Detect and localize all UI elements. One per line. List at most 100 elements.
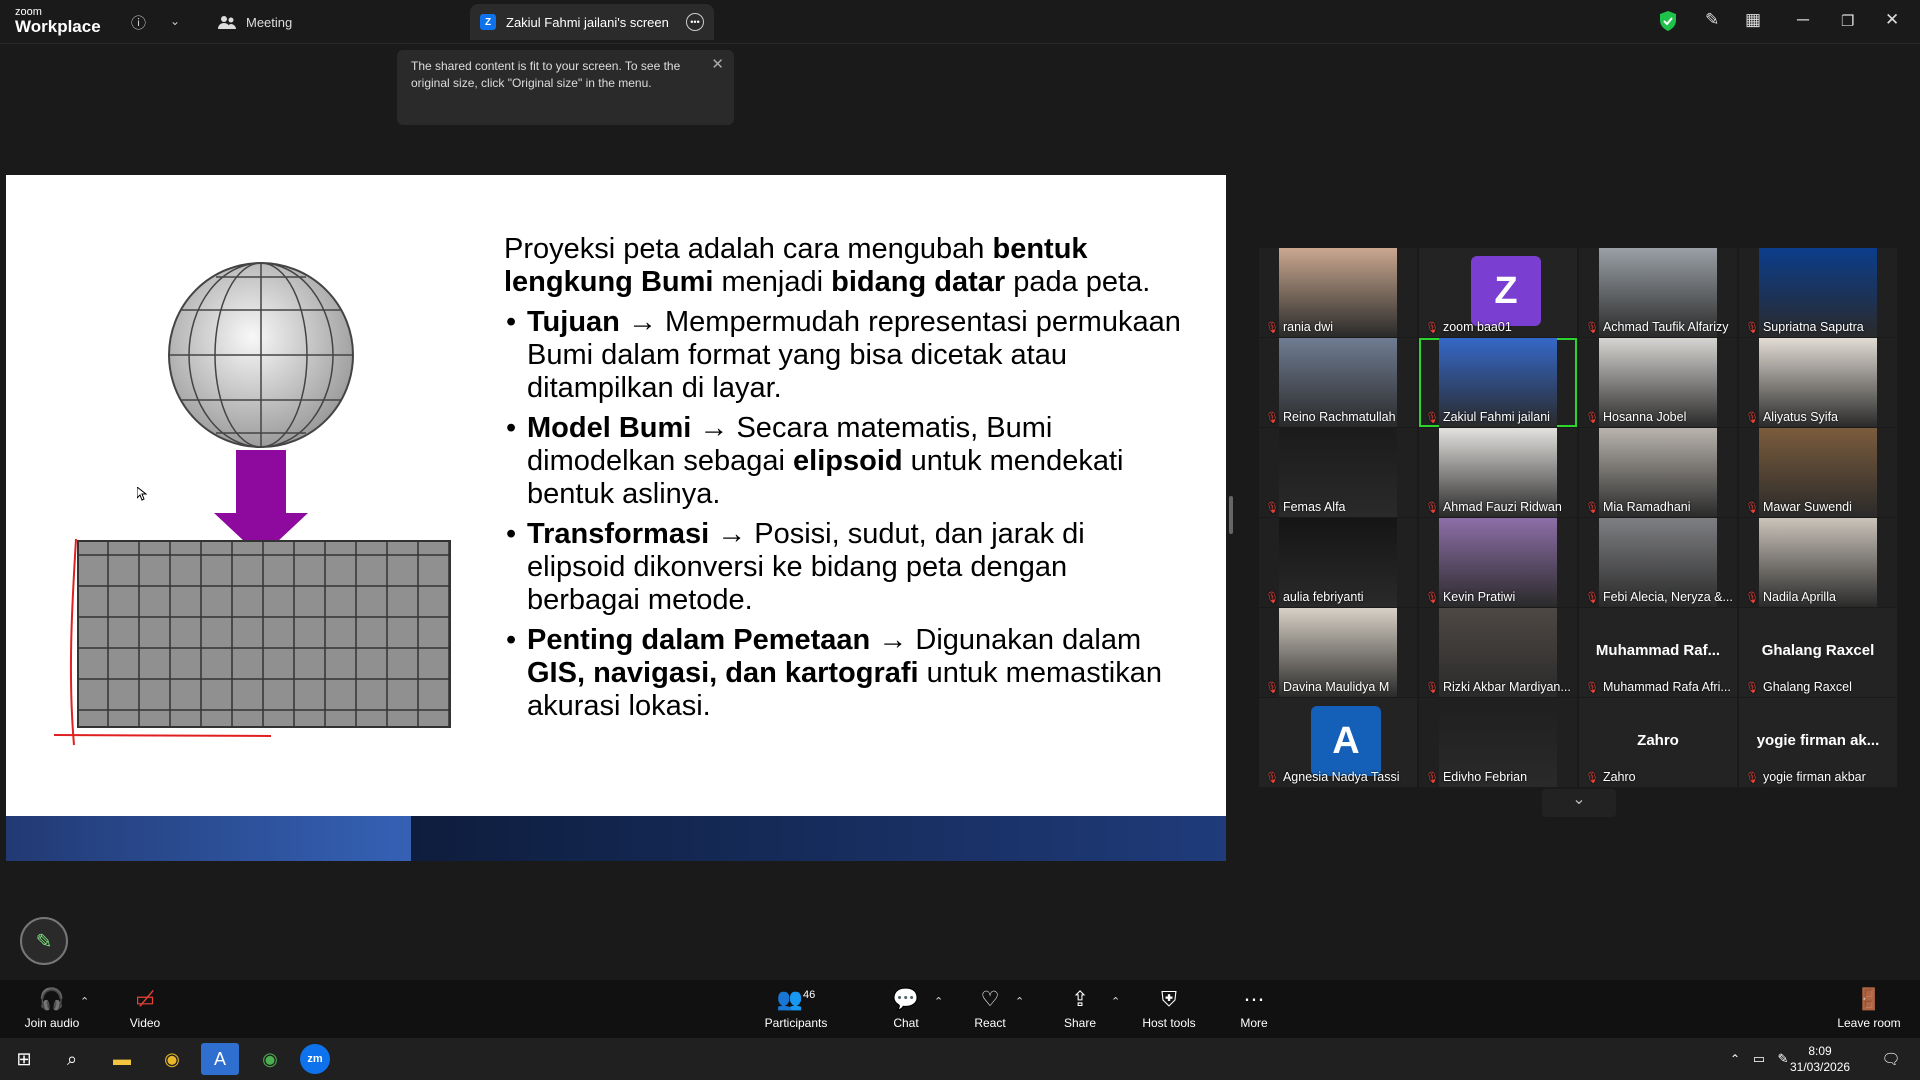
participant-name-label: 🎙 Ahmad Fauzi Ridwan bbox=[1425, 500, 1562, 514]
participant-name: Kevin Pratiwi bbox=[1442, 590, 1516, 604]
participant-name-label: 🎙 Hosanna Jobel bbox=[1585, 410, 1686, 424]
more-options-icon[interactable]: ••• bbox=[686, 13, 704, 31]
chevron-down-icon[interactable]: ⌄ bbox=[170, 14, 180, 28]
participants-button[interactable]: 👥46 Participants bbox=[758, 980, 834, 1038]
muted-mic-icon: 🎙 bbox=[1265, 321, 1279, 334]
participant-tile[interactable]: 🎙 Achmad Taufik Alfarizy bbox=[1579, 248, 1737, 337]
participant-name: Muhammad Rafa Afri... bbox=[1602, 680, 1731, 694]
participant-tile[interactable]: 🎙 Edivho Febrian bbox=[1419, 698, 1577, 787]
flat-grid-map bbox=[77, 540, 451, 728]
participant-name-label: 🎙 Muhammad Rafa Afri... bbox=[1585, 680, 1731, 694]
close-icon[interactable]: ✕ bbox=[711, 54, 724, 76]
participant-name-label: 🎙 Zahro bbox=[1585, 770, 1636, 784]
meeting-button[interactable]: Meeting bbox=[218, 8, 292, 36]
muted-mic-icon: 🎙 bbox=[1425, 591, 1439, 604]
participant-tile[interactable]: A 🎙 Agnesia Nadya Tassi bbox=[1259, 698, 1417, 787]
participant-tile[interactable]: yogie firman ak... 🎙 yogie firman akbar bbox=[1739, 698, 1897, 787]
video-button[interactable]: ▭̸ Video bbox=[120, 980, 170, 1038]
participant-tile[interactable]: Z 🎙 zoom baa01 bbox=[1419, 248, 1577, 337]
restore-icon[interactable]: ❐ bbox=[1841, 12, 1854, 30]
chat-options-caret[interactable]: ⌃ bbox=[934, 995, 943, 1008]
muted-mic-icon: 🎙 bbox=[1585, 321, 1599, 334]
participant-tile[interactable]: 🎙 Rizki Akbar Mardiyan... bbox=[1419, 608, 1577, 697]
react-button[interactable]: ♡ React bbox=[968, 980, 1012, 1038]
chat-button[interactable]: 💬 Chat bbox=[884, 980, 928, 1038]
more-button[interactable]: ⋯ More bbox=[1232, 980, 1276, 1038]
participant-tile[interactable]: 🎙 Femas Alfa bbox=[1259, 428, 1417, 517]
participant-tile[interactable]: 🎙 rania dwi bbox=[1259, 248, 1417, 337]
participant-tile[interactable]: 🎙 Febi Alecia, Neryza &... bbox=[1579, 518, 1737, 607]
zoom-app-icon[interactable]: zm bbox=[300, 1044, 330, 1074]
file-explorer-icon[interactable]: ▬ bbox=[103, 1043, 141, 1075]
muted-mic-icon: 🎙 bbox=[1585, 591, 1599, 604]
muted-mic-icon: 🎙 bbox=[1745, 501, 1759, 514]
headphones-icon: 🎧 bbox=[38, 987, 66, 1011]
host-tools-button[interactable]: ⛨ Host tools bbox=[1138, 980, 1200, 1038]
muted-mic-icon: 🎙 bbox=[1425, 411, 1439, 424]
participant-tile[interactable]: 🎙 Supriatna Saputra bbox=[1739, 248, 1897, 337]
share-button[interactable]: ⇪ Share bbox=[1058, 980, 1102, 1038]
participant-tile[interactable]: 🎙 Zakiul Fahmi jailani bbox=[1419, 338, 1577, 427]
participant-tile[interactable]: 🎙 Mia Ramadhani bbox=[1579, 428, 1737, 517]
pencil-icon: ✎ bbox=[35, 930, 53, 953]
participant-tile[interactable]: Zahro 🎙 Zahro bbox=[1579, 698, 1737, 787]
participant-tile[interactable]: 🎙 Mawar Suwendi bbox=[1739, 428, 1897, 517]
react-options-caret[interactable]: ⌃ bbox=[1015, 995, 1024, 1008]
zoom-logo: zoom Workplace bbox=[15, 6, 101, 36]
participant-tile[interactable]: 🎙 Nadila Aprilla bbox=[1739, 518, 1897, 607]
muted-mic-icon: 🎙 bbox=[1745, 321, 1759, 334]
audio-options-caret[interactable]: ⌃ bbox=[80, 995, 89, 1008]
join-audio-button[interactable]: 🎧 Join audio bbox=[22, 980, 82, 1038]
participant-tile[interactable]: Ghalang Raxcel 🎙 Ghalang Raxcel bbox=[1739, 608, 1897, 697]
participant-name: Nadila Aprilla bbox=[1762, 590, 1836, 604]
participant-name-label: 🎙 Reino Rachmatullah bbox=[1265, 410, 1396, 424]
chat-icon: 💬 bbox=[892, 987, 920, 1011]
participant-tile[interactable]: 🎙 Kevin Pratiwi bbox=[1419, 518, 1577, 607]
slide-text: Proyeksi peta adalah cara mengubah bentu… bbox=[504, 233, 1184, 730]
share-screen-tab[interactable]: Z Zakiul Fahmi jailani's screen ••• bbox=[470, 4, 714, 40]
system-clock[interactable]: 8:09 31/03/2026 bbox=[1790, 1043, 1850, 1075]
participant-tile[interactable]: Muhammad Raf... 🎙 Muhammad Rafa Afri... bbox=[1579, 608, 1737, 697]
close-icon[interactable]: ✕ bbox=[1885, 10, 1899, 30]
participant-name-label: 🎙 Rizki Akbar Mardiyan... bbox=[1425, 680, 1571, 694]
leave-room-button[interactable]: 🚪 Leave room bbox=[1834, 980, 1904, 1038]
participant-tile[interactable]: 🎙 Reino Rachmatullah bbox=[1259, 338, 1417, 427]
shield-icon[interactable] bbox=[1660, 11, 1676, 31]
muted-mic-icon: 🎙 bbox=[1745, 411, 1759, 424]
minimize-icon[interactable]: ─ bbox=[1797, 10, 1809, 30]
participant-name: Edivho Febrian bbox=[1442, 770, 1528, 784]
participant-tile[interactable]: 🎙 aulia febriyanti bbox=[1259, 518, 1417, 607]
meeting-toolbar: 🎧 Join audio ⌃ ▭̸ Video 👥46 Participants 💬 C… bbox=[0, 980, 1920, 1038]
participant-name: Mawar Suwendi bbox=[1762, 500, 1852, 514]
participant-name: Aliyatus Syifa bbox=[1762, 410, 1838, 424]
participant-tile[interactable]: 🎙 Ahmad Fauzi Ridwan bbox=[1419, 428, 1577, 517]
info-icon[interactable]: ⓘ bbox=[131, 12, 146, 33]
participant-display-name: Zahro bbox=[1637, 732, 1679, 749]
chrome-profile-icon[interactable]: ◉ bbox=[251, 1043, 289, 1075]
muted-mic-icon: 🎙 bbox=[1265, 771, 1279, 784]
muted-mic-icon: 🎙 bbox=[1425, 681, 1439, 694]
search-icon[interactable]: ⌕ bbox=[53, 1043, 91, 1075]
participant-name-label: 🎙 Agnesia Nadya Tassi bbox=[1265, 770, 1399, 784]
gallery-next-page-button[interactable]: ⌄ bbox=[1542, 789, 1616, 817]
participant-tile[interactable]: 🎙 Davina Maulidya M bbox=[1259, 608, 1417, 697]
annotation-pen-button[interactable]: ✎ bbox=[20, 917, 68, 965]
notification-icon[interactable]: 🗨 bbox=[1872, 1043, 1910, 1075]
muted-mic-icon: 🎙 bbox=[1265, 411, 1279, 424]
participant-tile[interactable]: 🎙 Hosanna Jobel bbox=[1579, 338, 1737, 427]
participant-name-label: 🎙 Nadila Aprilla bbox=[1745, 590, 1836, 604]
split-drag-handle[interactable] bbox=[1229, 496, 1233, 534]
windows-taskbar: ⊞ ⌕ ▬ ◉ A ◉ zm ⌃ ▭ ✎ 8:09 31/03/2026 🗨 bbox=[0, 1038, 1920, 1080]
muted-mic-icon: 🎙 bbox=[1745, 591, 1759, 604]
participant-name: Ahmad Fauzi Ridwan bbox=[1442, 500, 1562, 514]
participant-tile[interactable]: 🎙 Aliyatus Syifa bbox=[1739, 338, 1897, 427]
layout-icon[interactable]: ▦ bbox=[1745, 10, 1761, 30]
participant-name-label: 🎙 Ghalang Raxcel bbox=[1745, 680, 1852, 694]
share-options-caret[interactable]: ⌃ bbox=[1111, 995, 1120, 1008]
people-icon bbox=[218, 16, 236, 29]
azure-icon[interactable]: A bbox=[201, 1043, 239, 1075]
windows-start-icon[interactable]: ⊞ bbox=[5, 1043, 43, 1075]
annotate-icon[interactable]: ✎ bbox=[1705, 10, 1719, 30]
chrome-icon[interactable]: ◉ bbox=[153, 1043, 191, 1075]
muted-mic-icon: 🎙 bbox=[1265, 591, 1279, 604]
